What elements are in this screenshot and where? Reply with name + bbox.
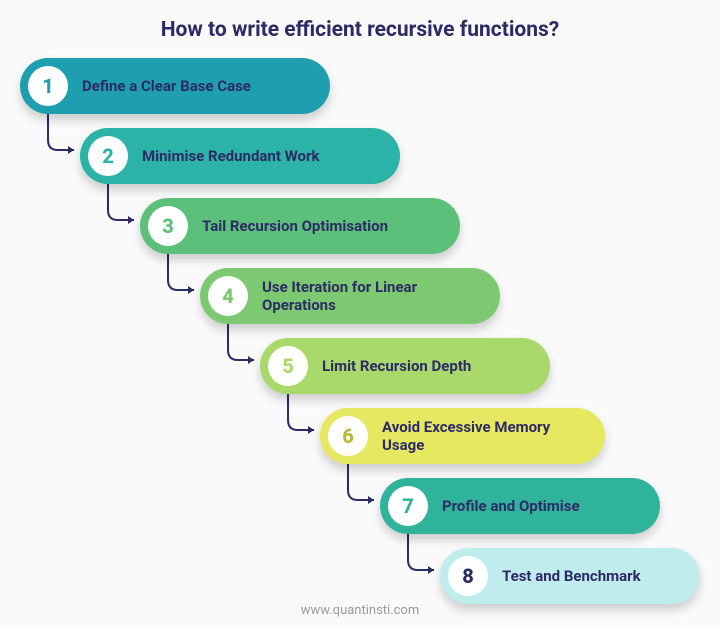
- step-5: 5 Limit Recursion Depth: [260, 338, 550, 394]
- step-label: Use Iteration for Linear Operations: [248, 278, 500, 314]
- step-number: 7: [388, 486, 428, 526]
- step-7: 7 Profile and Optimise: [380, 478, 660, 534]
- step-label: Limit Recursion Depth: [308, 357, 489, 375]
- footer-attribution: www.quantinsti.com: [0, 603, 720, 618]
- step-label: Avoid Excessive Memory Usage: [368, 418, 605, 454]
- step-number: 3: [148, 206, 188, 246]
- step-number: 2: [88, 136, 128, 176]
- step-number: 8: [448, 556, 488, 596]
- step-3: 3 Tail Recursion Optimisation: [140, 198, 460, 254]
- step-1: 1 Define a Clear Base Case: [20, 58, 330, 114]
- step-8: 8 Test and Benchmark: [440, 548, 700, 604]
- step-label: Test and Benchmark: [488, 567, 659, 585]
- step-number: 4: [208, 276, 248, 316]
- diagram-stage: 1 Define a Clear Base Case 2 Minimise Re…: [0, 48, 720, 608]
- step-number: 1: [28, 66, 68, 106]
- step-2: 2 Minimise Redundant Work: [80, 128, 400, 184]
- step-6: 6 Avoid Excessive Memory Usage: [320, 408, 605, 464]
- step-label: Minimise Redundant Work: [128, 147, 338, 165]
- step-number: 6: [328, 416, 368, 456]
- step-4: 4 Use Iteration for Linear Operations: [200, 268, 500, 324]
- diagram-title: How to write efficient recursive functio…: [0, 0, 720, 48]
- step-number: 5: [268, 346, 308, 386]
- step-label: Define a Clear Base Case: [68, 77, 269, 95]
- step-label: Profile and Optimise: [428, 497, 598, 515]
- step-label: Tail Recursion Optimisation: [188, 217, 406, 235]
